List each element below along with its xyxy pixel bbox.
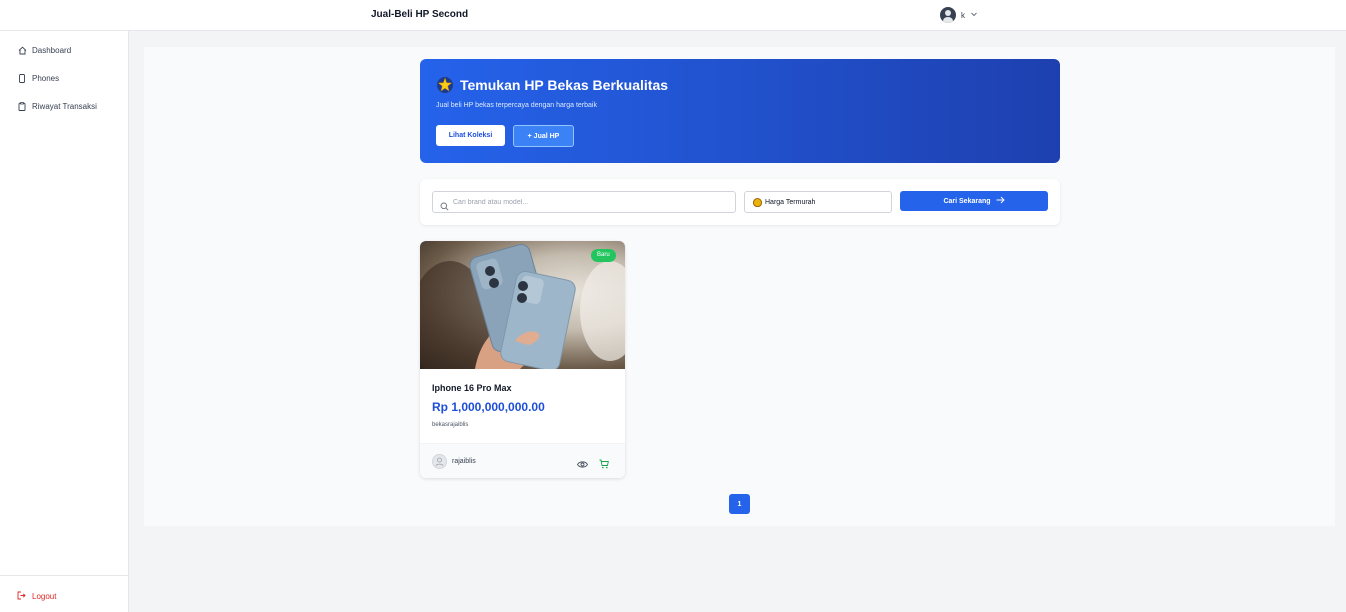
product-name: Iphone 16 Pro Max: [432, 383, 512, 393]
hero-title-text: Temukan HP Bekas Berkualitas: [460, 77, 669, 93]
sidebar-item-label: Dashboard: [32, 46, 72, 55]
product-card[interactable]: Baru Iphone 16 Pro Max Rp 1,000,000,000.…: [420, 241, 625, 478]
search-input[interactable]: [453, 195, 731, 210]
sparkle-icon: [436, 76, 454, 94]
money-bag-icon: [753, 197, 762, 207]
seller-avatar-icon: [432, 454, 447, 469]
sidebar: Dashboard Phones Riwayat Transaksi Logou…: [0, 31, 129, 612]
sidebar-item-phones[interactable]: Phones: [18, 74, 59, 83]
chevron-down-icon: [970, 10, 978, 20]
cart-icon[interactable]: [599, 456, 609, 474]
product-price: Rp 1,000,000,000.00: [432, 400, 545, 414]
logout-label: Logout: [32, 592, 57, 601]
home-icon: [18, 46, 27, 55]
user-menu[interactable]: k: [940, 7, 978, 23]
product-image: Baru: [420, 241, 625, 369]
seller-name: rajaiblis: [452, 458, 476, 465]
user-name: k: [961, 10, 965, 20]
sort-selected-value: Harga Termurah: [765, 198, 816, 206]
search-icon: [440, 198, 449, 216]
search-panel: Harga Termurah Cari Sekarang: [420, 179, 1060, 225]
logout-button[interactable]: Logout: [17, 591, 56, 602]
sidebar-divider: [0, 575, 128, 576]
condition-badge: Baru: [591, 249, 616, 262]
sidebar-item-label: Riwayat Transaksi: [32, 102, 97, 111]
smartphone-icon: [18, 74, 26, 83]
search-submit-button[interactable]: Cari Sekarang: [900, 191, 1048, 211]
logout-icon: [17, 591, 26, 602]
app-title: Jual-Beli HP Second: [371, 9, 469, 20]
sort-select[interactable]: Harga Termurah: [744, 191, 892, 213]
search-submit-label: Cari Sekarang: [943, 197, 991, 205]
top-bar: Jual-Beli HP Second k: [0, 0, 1346, 31]
sidebar-item-riwayat-transaksi[interactable]: Riwayat Transaksi: [18, 102, 97, 111]
sidebar-item-dashboard[interactable]: Dashboard: [18, 46, 71, 55]
hero-title: Temukan HP Bekas Berkualitas: [436, 76, 668, 94]
hero-banner: Temukan HP Bekas Berkualitas Jual beli H…: [420, 59, 1060, 163]
clipboard-icon: [18, 102, 26, 111]
product-card-footer: rajaiblis: [420, 443, 625, 478]
product-description: bekasrajaiblis: [432, 422, 469, 428]
search-field: [432, 191, 736, 213]
hero-subtitle: Jual beli HP bekas terpercaya dengan har…: [436, 102, 597, 109]
sidebar-item-label: Phones: [32, 74, 60, 83]
user-avatar-icon: [940, 7, 956, 23]
pagination-page-button[interactable]: 1: [729, 494, 750, 514]
jual-hp-button[interactable]: + Jual HP: [513, 125, 574, 147]
lihat-koleksi-button[interactable]: Lihat Koleksi: [436, 125, 505, 146]
arrow-right-icon: [996, 196, 1005, 206]
view-icon[interactable]: [576, 456, 589, 474]
